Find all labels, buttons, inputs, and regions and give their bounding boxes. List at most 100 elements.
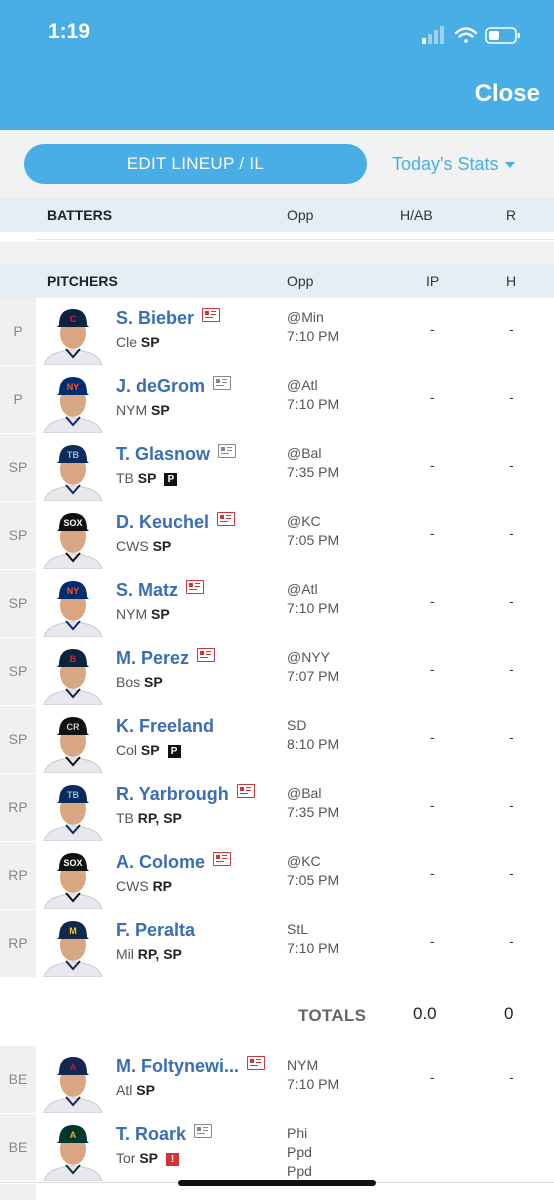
position-cell[interactable]: RP — [0, 774, 36, 841]
pitchers-col-h: H — [506, 273, 517, 289]
player-name[interactable]: T. Roark — [116, 1124, 186, 1144]
player-headshot[interactable]: NY — [40, 573, 106, 638]
status-icons — [422, 26, 520, 44]
news-icon[interactable] — [202, 308, 221, 322]
player-name[interactable]: J. deGrom — [116, 376, 205, 396]
player-name-line[interactable]: D. Keuchel — [116, 512, 236, 533]
player-name-line[interactable]: K. Freeland — [116, 716, 214, 737]
news-icon[interactable] — [213, 852, 232, 866]
news-icon[interactable] — [247, 1056, 266, 1070]
player-headshot[interactable]: TB — [40, 777, 106, 842]
game-time: Ppd — [287, 1144, 312, 1160]
player-name[interactable]: D. Keuchel — [116, 512, 209, 532]
player-name[interactable]: S. Bieber — [116, 308, 194, 328]
opponent-cell: @Atl 7:10 PM — [287, 376, 339, 414]
player-row[interactable]: RP SOX A. Colome CWS RP @KC 7:05 PM - - — [0, 842, 554, 911]
player-name-line[interactable]: M. Foltynewi... — [116, 1056, 266, 1077]
player-name-line[interactable]: T. Glasnow — [116, 444, 237, 465]
stat-ip: - — [430, 865, 435, 881]
partial-row — [0, 1184, 554, 1200]
player-headshot[interactable]: CR — [40, 709, 106, 774]
position-cell[interactable]: SP — [0, 502, 36, 569]
player-name-line[interactable]: J. deGrom — [116, 376, 232, 397]
divider — [36, 239, 554, 240]
player-team: NYM — [116, 402, 148, 418]
close-button[interactable]: Close — [475, 80, 540, 108]
player-team: CWS — [116, 538, 149, 554]
player-name-line[interactable]: R. Yarbrough — [116, 784, 255, 805]
player-row[interactable]: SP TB T. Glasnow TB SP P @Bal 7:35 PM - - — [0, 434, 554, 503]
news-icon[interactable] — [197, 648, 216, 662]
player-headshot[interactable]: C — [40, 301, 106, 366]
news-icon[interactable] — [236, 784, 255, 798]
player-row[interactable]: SP CR K. Freeland Col SP P SD 8:10 PM - - — [0, 706, 554, 775]
player-roles: RP, SP — [137, 946, 182, 962]
player-row[interactable]: RP M F. Peralta Mil RP, SP StL 7:10 PM - - — [0, 910, 554, 979]
player-row[interactable]: SP NY S. Matz NYM SP @Atl 7:10 PM - - — [0, 570, 554, 639]
player-name-line[interactable]: T. Roark — [116, 1124, 213, 1145]
player-team-line: Atl SP — [116, 1082, 155, 1098]
game-time: 7:10 PM — [287, 396, 340, 412]
opponent-cell: @KC 7:05 PM — [287, 852, 339, 890]
player-headshot[interactable]: A — [40, 1049, 106, 1114]
news-icon[interactable] — [213, 376, 232, 390]
player-team-line: NYM SP — [116, 402, 170, 418]
player-headshot[interactable]: TB — [40, 437, 106, 502]
player-headshot[interactable]: M — [40, 913, 106, 978]
edit-lineup-button[interactable]: EDIT LINEUP / IL — [24, 144, 367, 184]
position-cell[interactable]: SP — [0, 706, 36, 773]
player-row[interactable]: SP SOX D. Keuchel CWS SP @KC 7:05 PM - - — [0, 502, 554, 571]
position-cell[interactable]: P — [0, 298, 36, 365]
player-name-line[interactable]: M. Perez — [116, 648, 216, 669]
news-icon[interactable] — [194, 1124, 213, 1138]
player-team: CWS — [116, 878, 149, 894]
position-cell[interactable]: BE — [0, 1046, 36, 1113]
player-name-line[interactable]: S. Matz — [116, 580, 205, 601]
player-name-line[interactable]: F. Peralta — [116, 920, 195, 941]
news-icon[interactable] — [218, 444, 237, 458]
stat-ip: - — [430, 321, 435, 337]
player-name-line[interactable]: A. Colome — [116, 852, 232, 873]
game-time: 7:35 PM — [287, 804, 340, 820]
opponent: Phi — [287, 1125, 308, 1141]
game-time: 7:07 PM — [287, 668, 340, 684]
position-cell[interactable]: SP — [0, 434, 36, 501]
player-row[interactable]: SP B M. Perez Bos SP @NYY 7:07 PM - - — [0, 638, 554, 707]
position-cell[interactable]: P — [0, 366, 36, 433]
player-row[interactable]: BE A T. Roark Tor SP! Phi Ppd Ppd — [0, 1114, 554, 1183]
player-name[interactable]: M. Foltynewi... — [116, 1056, 239, 1076]
game-time: 8:10 PM — [287, 736, 340, 752]
svg-text:M: M — [69, 926, 77, 936]
player-row[interactable]: BE A M. Foltynewi... Atl SP NYM 7:10 PM - - — [0, 1046, 554, 1115]
player-name[interactable]: R. Yarbrough — [116, 784, 229, 804]
position-cell[interactable]: SP — [0, 570, 36, 637]
battery-icon — [485, 27, 520, 44]
player-name[interactable]: S. Matz — [116, 580, 178, 600]
player-row[interactable]: RP TB R. Yarbrough TB RP, SP @Bal 7:35 PM - - — [0, 774, 554, 843]
player-name-line[interactable]: S. Bieber — [116, 308, 221, 329]
position-cell[interactable]: BE — [0, 1114, 36, 1181]
batters-col-opp: Opp — [287, 207, 314, 223]
player-headshot[interactable]: SOX — [40, 505, 106, 570]
player-row[interactable]: P C S. Bieber Cle SP @Min 7:10 PM - - — [0, 298, 554, 367]
stat-ip: - — [430, 457, 435, 473]
probable-badge: P — [164, 473, 178, 486]
news-icon[interactable] — [217, 512, 236, 526]
player-headshot[interactable]: A — [40, 1117, 106, 1182]
player-row[interactable]: P NY J. deGrom NYM SP @Atl 7:10 PM - - — [0, 366, 554, 435]
player-name[interactable]: A. Colome — [116, 852, 205, 872]
position-cell[interactable]: SP — [0, 638, 36, 705]
news-icon[interactable] — [186, 580, 205, 594]
position-cell[interactable]: RP — [0, 842, 36, 909]
player-headshot[interactable]: SOX — [40, 845, 106, 910]
player-headshot[interactable]: B — [40, 641, 106, 706]
player-name[interactable]: F. Peralta — [116, 920, 195, 940]
player-name[interactable]: T. Glasnow — [116, 444, 210, 464]
player-headshot[interactable]: NY — [40, 369, 106, 434]
position-cell[interactable]: RP — [0, 910, 36, 977]
player-name[interactable]: K. Freeland — [116, 716, 214, 736]
position-cell — [0, 1184, 36, 1200]
stats-dropdown[interactable]: Today's Stats — [392, 154, 515, 175]
svg-text:CR: CR — [67, 722, 80, 732]
player-name[interactable]: M. Perez — [116, 648, 189, 668]
